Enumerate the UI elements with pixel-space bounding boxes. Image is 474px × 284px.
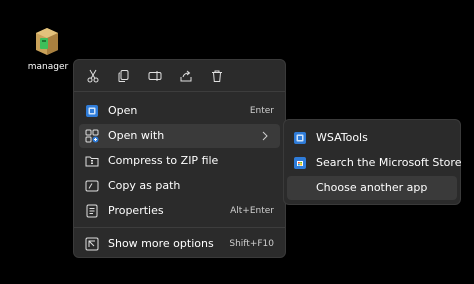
submenu-item-search-store[interactable]: Search the Microsoft Store xyxy=(287,151,461,175)
store-icon xyxy=(294,157,306,169)
menu-item-label: Open with xyxy=(108,129,165,142)
desktop-icon-label: manager xyxy=(27,62,69,72)
more-options-icon xyxy=(85,237,99,251)
wsatools-icon xyxy=(294,132,306,144)
path-icon xyxy=(85,180,99,192)
chevron-right-icon xyxy=(262,131,268,141)
open-with-icon xyxy=(85,129,99,143)
delete-button[interactable] xyxy=(208,67,226,85)
package-icon xyxy=(36,28,58,55)
menu-item-label: Compress to ZIP file xyxy=(108,154,219,167)
menu-item-shortcut: Alt+Enter xyxy=(230,206,274,216)
rename-icon xyxy=(148,71,162,81)
menu-item-label: Copy as path xyxy=(108,179,181,192)
menu-item-label: Properties xyxy=(108,204,164,217)
menu-item-shortcut: Shift+F10 xyxy=(229,239,274,249)
menu-item-copy-as-path[interactable]: Copy as path xyxy=(79,174,280,198)
cut-button[interactable] xyxy=(84,67,102,85)
copy-button[interactable] xyxy=(115,67,133,85)
share-button[interactable] xyxy=(177,67,195,85)
copy-icon xyxy=(118,70,129,82)
submenu-item-label: WSATools xyxy=(316,131,368,144)
menu-item-label: Show more options xyxy=(108,237,214,250)
menu-item-shortcut: Enter xyxy=(249,106,274,116)
scissors-icon xyxy=(87,69,99,83)
desktop-file-icon[interactable]: manager xyxy=(26,22,70,78)
submenu-item-choose-another-app[interactable]: Choose another app xyxy=(287,176,457,200)
menu-item-open[interactable]: Open Enter xyxy=(79,99,280,123)
menu-item-open-with[interactable]: Open with xyxy=(79,124,280,148)
submenu-item-label: Search the Microsoft Store xyxy=(316,156,462,169)
menu-divider xyxy=(74,91,285,92)
trash-icon xyxy=(212,70,222,82)
quick-actions-bar xyxy=(74,60,285,91)
context-menu: Open Enter Open with Compress to ZIP fil… xyxy=(73,59,286,258)
menu-divider xyxy=(74,227,285,228)
zip-icon xyxy=(85,156,99,167)
open-with-submenu: WSATools Search the Microsoft Store Choo… xyxy=(283,119,461,205)
rename-button[interactable] xyxy=(146,67,164,85)
app-icon xyxy=(86,105,98,117)
submenu-item-wsatools[interactable]: WSATools xyxy=(287,126,457,150)
menu-item-label: Open xyxy=(108,104,138,117)
share-icon xyxy=(180,70,192,82)
submenu-item-label: Choose another app xyxy=(316,181,428,194)
menu-item-show-more-options[interactable]: Show more options Shift+F10 xyxy=(79,232,280,256)
properties-icon xyxy=(86,204,98,218)
menu-item-properties[interactable]: Properties Alt+Enter xyxy=(79,199,280,223)
menu-item-compress-zip[interactable]: Compress to ZIP file xyxy=(79,149,280,173)
